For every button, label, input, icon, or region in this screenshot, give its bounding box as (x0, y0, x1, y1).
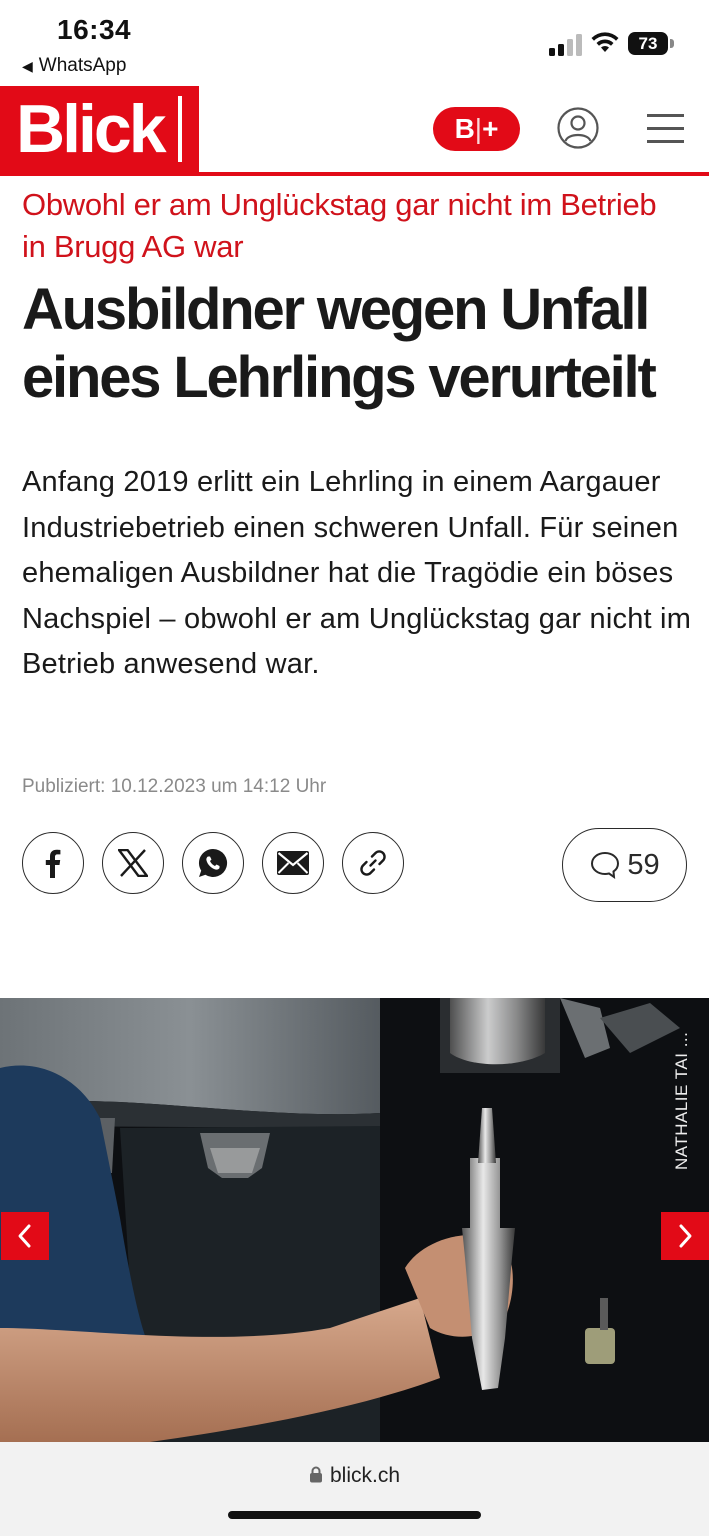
whatsapp-icon (198, 848, 228, 877)
article-title: Ausbildner wegen Unfall eines Lehrlings … (22, 277, 657, 410)
machinist-photo (0, 998, 709, 1442)
photo-credit: NATHALIE TAI ... (672, 1031, 691, 1170)
lock-icon (309, 1466, 322, 1483)
article-lead: Anfang 2019 erlitt ein Lehrling in einem… (22, 466, 692, 681)
carousel-next-button[interactable] (661, 1212, 709, 1260)
logo-divider (178, 96, 182, 162)
battery-level: 73 (628, 32, 668, 55)
article-hero-image[interactable] (0, 998, 709, 1442)
share-link-button[interactable] (342, 832, 404, 894)
chevron-left-icon (18, 1224, 31, 1248)
comments-button[interactable]: 59 (562, 828, 687, 902)
link-icon (360, 850, 386, 876)
url-text: blick.ch (329, 1464, 401, 1487)
share-email-button[interactable] (262, 832, 324, 894)
share-facebook-button[interactable] (22, 832, 84, 894)
mail-icon (277, 851, 309, 875)
share-whatsapp-button[interactable] (182, 832, 244, 894)
back-to-app-link[interactable]: ◀ WhatsApp (22, 55, 126, 77)
home-indicator[interactable] (228, 1511, 481, 1519)
battery-icon: 73 (628, 32, 676, 57)
comment-count: 59 (627, 848, 660, 881)
blick-plus-button[interactable]: B|+ (433, 107, 520, 151)
facebook-icon (45, 849, 61, 878)
share-x-button[interactable] (102, 832, 164, 894)
status-time: 16:34 (57, 14, 132, 45)
chevron-right-icon (679, 1224, 692, 1248)
article-kicker: Obwohl er am Unglückstag gar nicht im Be… (22, 187, 657, 264)
comment-bubble-icon (591, 851, 620, 880)
address-bar-url[interactable]: blick.ch (0, 1464, 709, 1488)
browser-address-bar[interactable] (0, 1442, 709, 1536)
back-app-label: WhatsApp (38, 55, 127, 76)
back-triangle-icon: ◀ (22, 58, 33, 74)
user-account-icon[interactable] (557, 107, 599, 149)
publish-date: Publiziert: 10.12.2023 um 14:12 Uhr (22, 776, 327, 797)
hamburger-menu-icon[interactable] (647, 112, 684, 144)
header-divider (0, 172, 709, 176)
carousel-prev-button[interactable] (1, 1212, 49, 1260)
x-icon (118, 849, 148, 877)
logo-text: Blick (16, 91, 167, 167)
cellular-signal-icon (549, 34, 583, 56)
wifi-icon (591, 32, 619, 52)
